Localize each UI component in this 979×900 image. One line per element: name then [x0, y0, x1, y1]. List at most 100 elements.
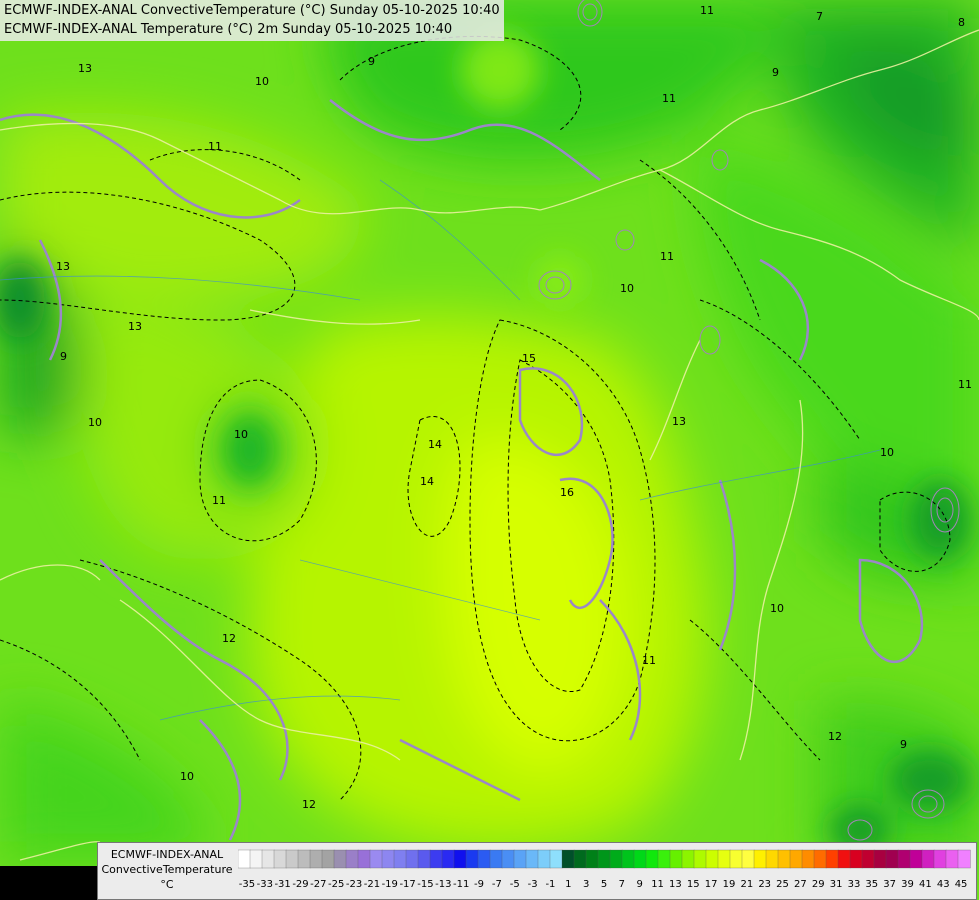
contour-label: 15 — [522, 352, 536, 365]
contour-label: 12 — [828, 730, 842, 743]
legend-tick-label: 15 — [687, 879, 700, 890]
contour-label: 11 — [700, 4, 714, 17]
legend-swatch — [501, 849, 515, 869]
legend-swatch — [885, 849, 899, 869]
legend-swatch — [549, 849, 563, 869]
legend-tick-label: -17 — [399, 879, 415, 890]
legend-swatch — [381, 849, 395, 869]
legend-swatch — [357, 849, 371, 869]
legend-swatch — [309, 849, 323, 869]
legend-tick-label: 3 — [583, 879, 589, 890]
legend-tick-label: -27 — [310, 879, 326, 890]
legend-tick-label: -15 — [417, 879, 433, 890]
legend-swatch — [585, 849, 599, 869]
legend-tick-label: 7 — [619, 879, 625, 890]
legend-swatch — [669, 849, 683, 869]
legend-tick-label: 5 — [601, 879, 607, 890]
legend-swatch — [477, 849, 491, 869]
legend-tick-label: 29 — [812, 879, 825, 890]
contour-label: 10 — [88, 416, 102, 429]
legend-model: ECMWF-INDEX-ANAL — [110, 848, 224, 861]
legend-swatch — [489, 849, 503, 869]
legend-swatch — [345, 849, 359, 869]
legend-swatch — [897, 849, 911, 869]
legend-swatch — [849, 849, 863, 869]
legend-variable: ConvectiveTemperature — [101, 863, 233, 876]
legend-swatch — [921, 849, 935, 869]
legend-tick-label: 25 — [776, 879, 789, 890]
legend-tick-label: 11 — [651, 879, 664, 890]
legend-swatch — [945, 849, 959, 869]
contour-label: 11 — [660, 250, 674, 263]
contour-label: 10 — [255, 75, 269, 88]
contour-label: 12 — [302, 798, 316, 811]
legend-swatch — [693, 849, 707, 869]
legend-tick-label: -29 — [292, 879, 308, 890]
legend-swatch — [837, 849, 851, 869]
legend-swatch — [417, 849, 431, 869]
legend-swatch — [777, 849, 791, 869]
legend-tick-label: 45 — [955, 879, 968, 890]
contour-label: 9 — [900, 738, 907, 751]
contour-label: 13 — [128, 320, 142, 333]
color-legend: ECMWF-INDEX-ANAL ConvectiveTemperature °… — [97, 842, 977, 900]
legend-swatch — [321, 849, 335, 869]
legend-swatch — [561, 849, 575, 869]
legend-tick-label: 19 — [723, 879, 736, 890]
contour-label: 13 — [78, 62, 92, 75]
legend-swatch — [465, 849, 479, 869]
legend-tick-label: 1 — [565, 879, 571, 890]
legend-tick-label: 9 — [637, 879, 643, 890]
legend-swatch — [873, 849, 887, 869]
legend-swatch — [405, 849, 419, 869]
contour-label: 10 — [180, 770, 194, 783]
contour-label: 9 — [368, 55, 375, 68]
legend-swatch — [573, 849, 587, 869]
map-frame-corner — [0, 866, 97, 900]
legend-swatch — [453, 849, 467, 869]
legend-tick-label: -11 — [453, 879, 469, 890]
legend-swatch — [285, 849, 299, 869]
legend-colorbar: -35 -33 -31 -29 -27 -25 -23 -21 -19 -17 -15 -13 -11-… — [238, 849, 971, 890]
legend-swatch — [729, 849, 743, 869]
legend-swatch — [657, 849, 671, 869]
legend-tick-label: -35 — [239, 879, 255, 890]
legend-swatch — [249, 849, 263, 869]
legend-swatch — [933, 849, 947, 869]
contour-label: 11 — [642, 654, 656, 667]
header-line-convective: ECMWF-INDEX-ANAL ConvectiveTemperature (… — [4, 3, 500, 18]
legend-swatch — [333, 849, 347, 869]
legend-tick-label: -9 — [474, 879, 484, 890]
contour-label: 7 — [816, 10, 823, 23]
contour-label: 8 — [958, 16, 965, 29]
legend-swatch — [741, 849, 755, 869]
legend-swatch — [597, 849, 611, 869]
map-header: ECMWF-INDEX-ANAL ConvectiveTemperature (… — [0, 0, 504, 41]
legend-tick-label: -1 — [545, 879, 555, 890]
legend-swatch — [273, 849, 287, 869]
contour-label: 12 — [222, 632, 236, 645]
legend-tick-label: 35 — [865, 879, 878, 890]
legend-swatch — [513, 849, 527, 869]
legend-swatch — [909, 849, 923, 869]
contour-label: 10 — [620, 282, 634, 295]
legend-swatch — [753, 849, 767, 869]
legend-tick-label: -13 — [435, 879, 451, 890]
contour-label: 14 — [428, 438, 442, 451]
legend-swatch — [705, 849, 719, 869]
legend-tick-label: -25 — [328, 879, 344, 890]
legend-swatch — [801, 849, 815, 869]
legend-swatch — [369, 849, 383, 869]
contour-label: 11 — [662, 92, 676, 105]
legend-tick-label: 27 — [794, 879, 807, 890]
contour-label: 11 — [958, 378, 972, 391]
legend-swatch — [525, 849, 539, 869]
legend-tick-label: -19 — [382, 879, 398, 890]
legend-swatch — [645, 849, 659, 869]
legend-swatch — [957, 849, 971, 869]
legend-tick-label: -5 — [510, 879, 520, 890]
legend-swatch — [621, 849, 635, 869]
contour-label: 9 — [60, 350, 67, 363]
legend-tick-label: 43 — [937, 879, 950, 890]
legend-tick-label: -23 — [346, 879, 362, 890]
